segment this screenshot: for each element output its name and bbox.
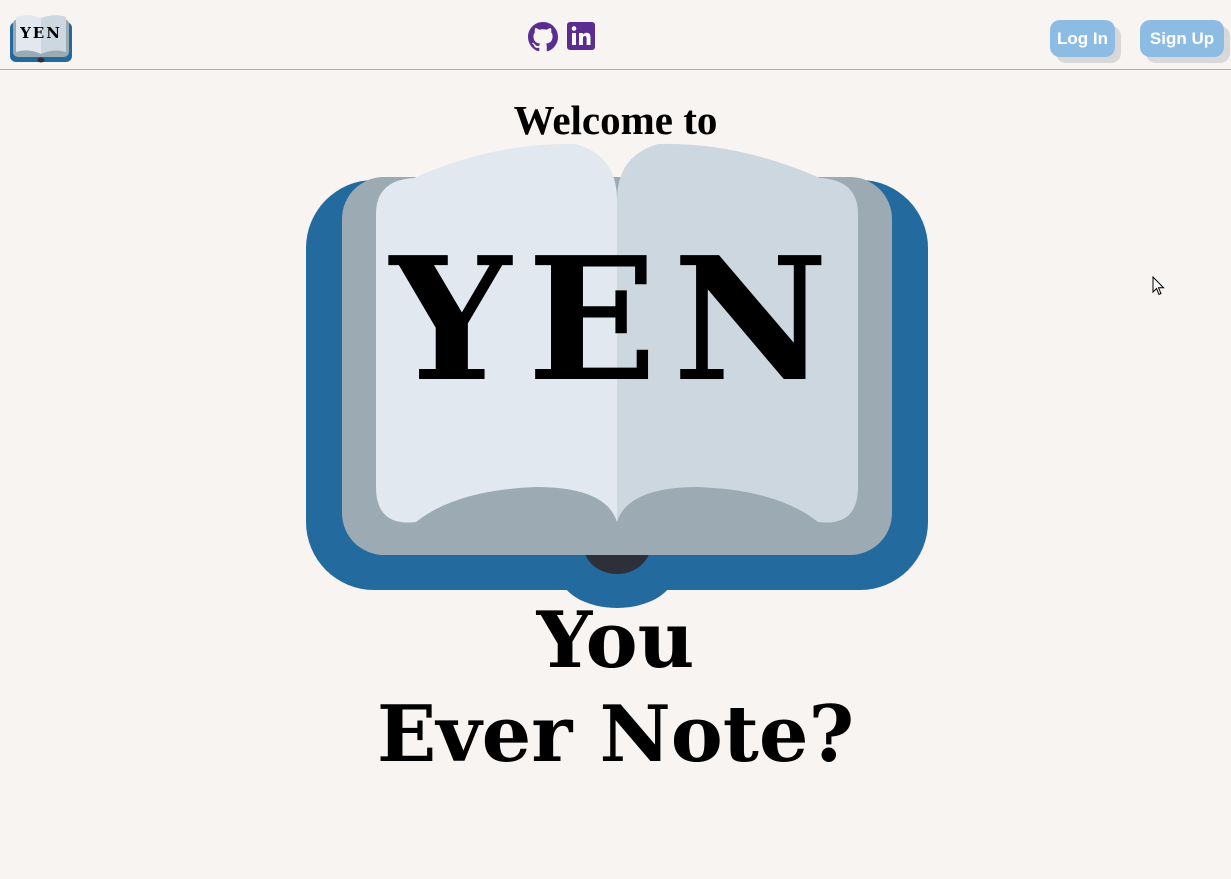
welcome-heading: Welcome to <box>513 97 718 143</box>
login-button[interactable]: Log In <box>1050 20 1115 57</box>
signup-button[interactable]: Sign Up <box>1140 20 1224 57</box>
home-logo-link[interactable]: YEN <box>9 14 73 64</box>
linkedin-icon <box>567 22 595 50</box>
github-icon <box>528 22 558 52</box>
tagline-line-1: You <box>536 595 695 686</box>
mouse-cursor-icon <box>1152 276 1165 296</box>
hero-logo-text: YEN <box>389 220 845 420</box>
tagline: You Ever Note? <box>0 594 1231 782</box>
github-link[interactable] <box>528 22 558 52</box>
logo-text: YEN <box>20 24 62 42</box>
tagline-line-2: Ever Note? <box>376 689 855 780</box>
navbar: YEN Log In Sign Up <box>0 0 1231 70</box>
linkedin-link[interactable] <box>567 22 597 52</box>
